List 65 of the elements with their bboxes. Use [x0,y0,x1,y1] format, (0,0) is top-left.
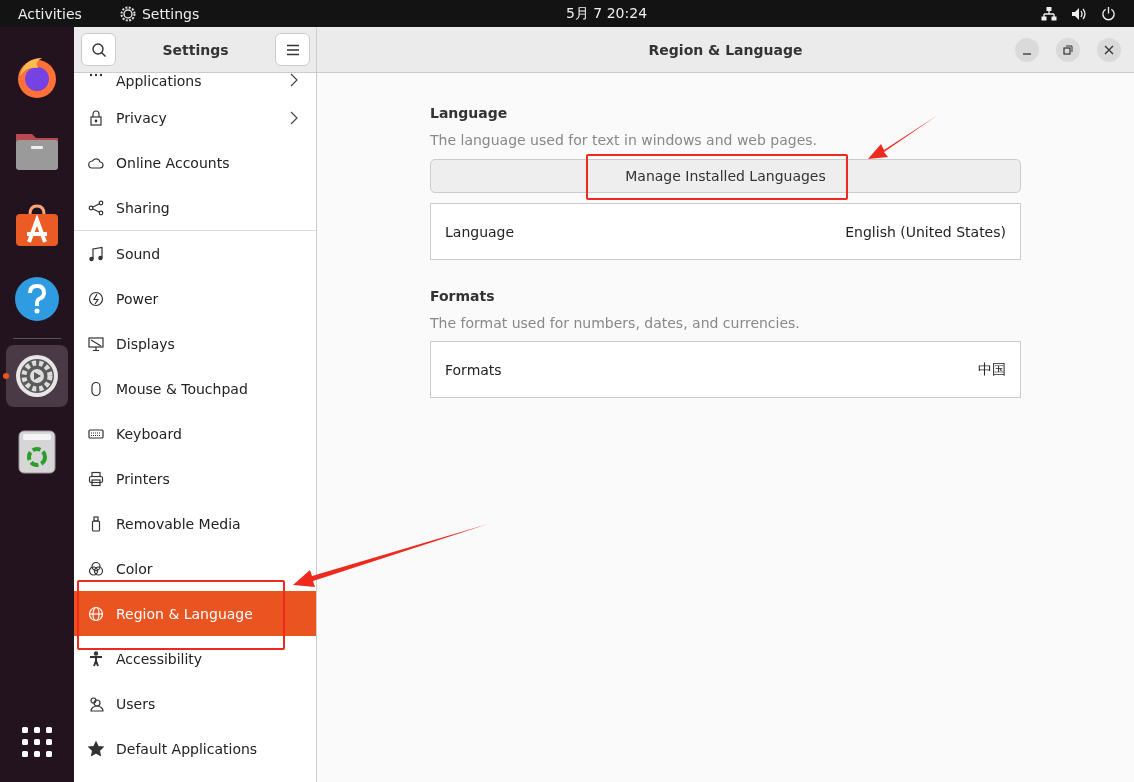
search-button[interactable] [81,33,116,66]
sidebar-item[interactable]: Color [74,546,316,591]
sidebar-item[interactable]: Removable Media [74,501,316,546]
close-icon [1104,45,1114,55]
minimize-icon [1022,53,1032,55]
sidebar-item[interactable]: Power [74,276,316,321]
sidebar-item[interactable]: Default Applications [74,726,316,771]
star-icon [88,740,104,757]
window-title: Region & Language [648,41,803,58]
volume-icon[interactable] [1071,6,1087,21]
row-value: English (United States) [845,223,1006,240]
mouse-icon [88,380,104,397]
power-icon [88,290,104,307]
color-circles-icon [88,560,104,577]
gear-icon [118,4,137,23]
lock-icon [88,109,104,126]
setting-row[interactable]: Formats 中国 [430,341,1021,398]
menu-icon [285,43,300,56]
close-button[interactable] [1097,38,1121,62]
help-icon [14,276,60,322]
sidebar-item[interactable]: Sound [74,231,316,276]
shopping-bag-icon [14,202,60,248]
app-grid-icon[interactable] [21,726,53,758]
printer-icon [88,470,104,487]
sidebar-item[interactable]: Mouse & Touchpad [74,366,316,411]
section-heading: Language [430,105,509,121]
clock[interactable]: 5月 7 20:24 [566,5,648,23]
dots-icon [88,73,104,77]
row-label: Formats [445,361,502,378]
search-icon [90,41,107,58]
sidebar-item[interactable]: Printers [74,456,316,501]
sidebar-item[interactable]: Displays [74,321,316,366]
restore-button[interactable] [1056,38,1080,62]
activities-button[interactable]: Activities [18,5,82,22]
person-icon [88,650,104,667]
section-heading: Formats [430,288,496,304]
minimize-button[interactable] [1015,38,1039,62]
network-icon[interactable] [1041,6,1057,21]
users-icon [88,695,104,712]
row-value: 中国 [978,360,1006,379]
row-label: Language [445,223,515,240]
setting-row[interactable]: Language English (United States) [430,203,1021,260]
monitor-icon [88,335,104,352]
sidebar-item[interactable]: Privacy [74,95,316,140]
recycle-bin-icon [18,430,56,474]
manage-languages-button[interactable]: Manage Installed Languages [430,159,1021,193]
sidebar-item[interactable]: Applications [74,73,316,95]
sidebar-item[interactable]: Users [74,681,316,726]
globe-icon [88,605,104,622]
restore-icon [1063,45,1073,55]
music-note-icon [88,245,104,262]
section-description: The format used for numbers, dates, and currencies. [430,315,801,331]
sidebar-item[interactable]: Keyboard [74,411,316,456]
menu-button[interactable] [275,33,310,66]
sidebar-item[interactable]: Accessibility [74,636,316,681]
dock-item[interactable] [6,345,68,407]
sidebar-item[interactable]: Online Accounts [74,140,316,185]
share-icon [88,199,104,216]
section-description: The language used for text in windows and web pages. [430,132,818,148]
power-icon[interactable] [1101,6,1116,21]
sidebar-title: Settings [162,41,229,58]
sidebar-item[interactable]: Sharing [74,185,316,230]
sidebar-item[interactable]: Region & Language [74,591,316,636]
app-menu-label[interactable]: Settings [141,5,200,22]
gear-icon [14,353,60,399]
